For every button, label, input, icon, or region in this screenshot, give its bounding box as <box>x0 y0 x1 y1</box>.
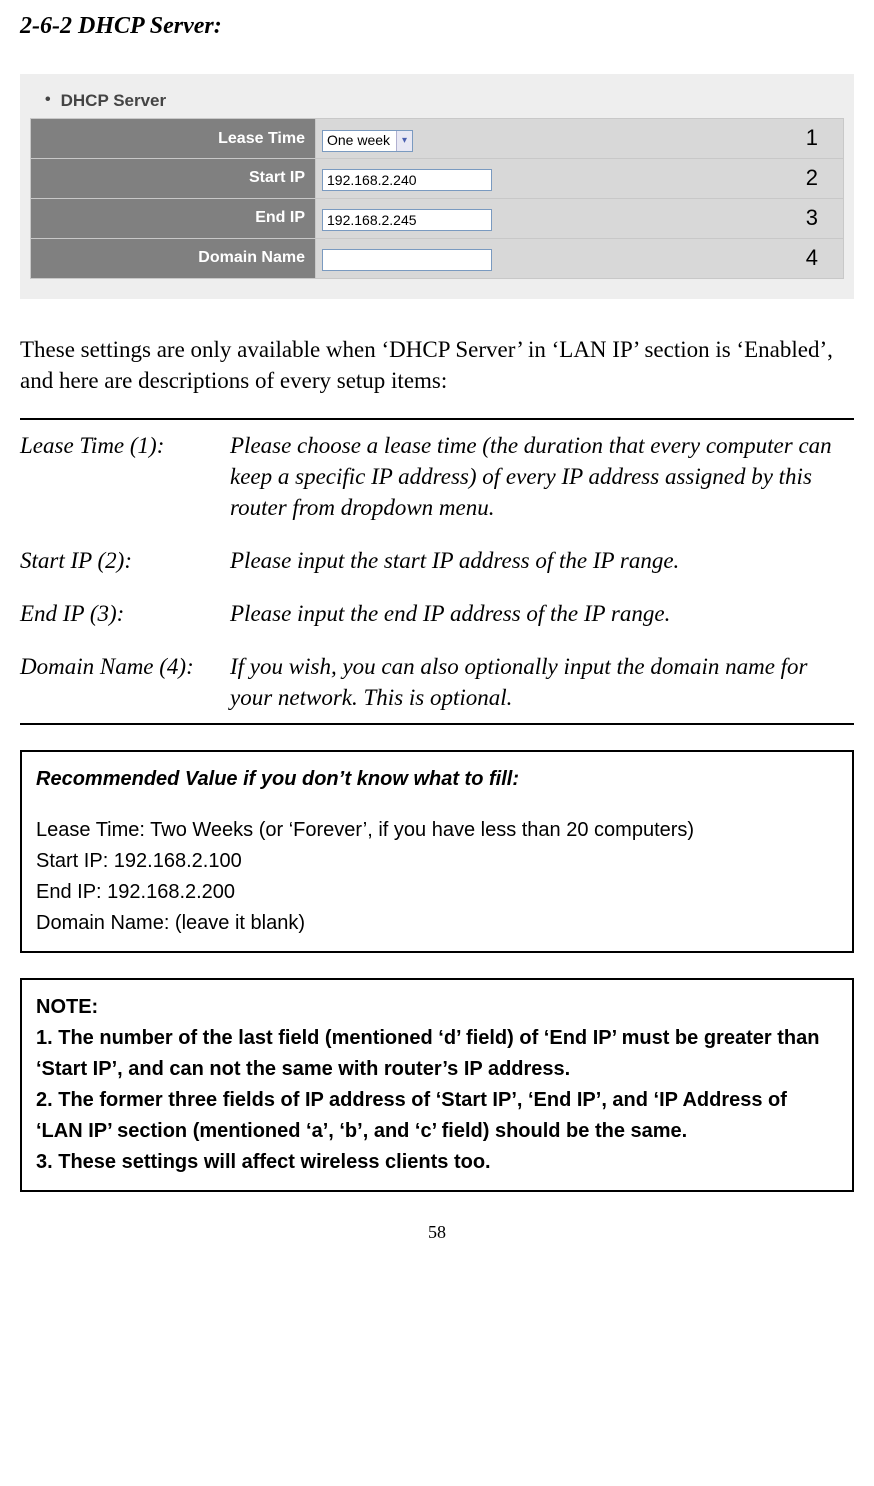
lease-time-value: One week <box>323 131 396 151</box>
note-box: NOTE: 1. The number of the last field (m… <box>20 978 854 1192</box>
label-lease-time: Lease Time <box>31 119 316 159</box>
label-domain-name: Domain Name <box>31 238 316 278</box>
recommended-title: Recommended Value if you don’t know what… <box>36 764 838 795</box>
note-title: NOTE: <box>36 992 838 1023</box>
cell-start-ip: 2 <box>316 159 844 199</box>
recommended-line: Start IP: 192.168.2.100 <box>36 846 838 877</box>
page-number: 58 <box>20 1220 854 1245</box>
row-domain-name: Domain Name 4 <box>31 238 844 278</box>
note-line: 3. These settings will affect wireless c… <box>36 1147 838 1178</box>
desc-row: End IP (3): Please input the end IP addr… <box>20 598 854 629</box>
callout-1: 1 <box>806 123 818 154</box>
start-ip-input[interactable] <box>322 169 492 191</box>
desc-row: Start IP (2): Please input the start IP … <box>20 545 854 576</box>
callout-4: 4 <box>806 243 818 274</box>
descriptions-section: Lease Time (1): Please choose a lease ti… <box>20 418 854 725</box>
intro-text: These settings are only available when ‘… <box>20 334 854 396</box>
desc-row: Domain Name (4): If you wish, you can al… <box>20 651 854 713</box>
callout-3: 3 <box>806 203 818 234</box>
note-line: 2. The former three fields of IP address… <box>36 1085 838 1147</box>
desc-label-domain-name: Domain Name (4): <box>20 651 230 713</box>
domain-name-input[interactable] <box>322 249 492 271</box>
desc-label-lease-time: Lease Time (1): <box>20 430 230 523</box>
recommended-line: End IP: 192.168.2.200 <box>36 877 838 908</box>
callout-2: 2 <box>806 163 818 194</box>
desc-text-domain-name: If you wish, you can also optionally inp… <box>230 651 854 713</box>
label-start-ip: Start IP <box>31 159 316 199</box>
cell-lease-time: One week ▾ 1 <box>316 119 844 159</box>
cell-end-ip: 3 <box>316 198 844 238</box>
panel-header: DHCP Server <box>45 89 844 113</box>
end-ip-input[interactable] <box>322 209 492 231</box>
desc-text-start-ip: Please input the start IP address of the… <box>230 545 854 576</box>
desc-label-start-ip: Start IP (2): <box>20 545 230 576</box>
row-lease-time: Lease Time One week ▾ 1 <box>31 119 844 159</box>
section-title: 2-6-2 DHCP Server: <box>20 10 854 44</box>
row-start-ip: Start IP 2 <box>31 159 844 199</box>
row-end-ip: End IP 3 <box>31 198 844 238</box>
recommended-line: Lease Time: Two Weeks (or ‘Forever’, if … <box>36 815 838 846</box>
panel-header-text: DHCP Server <box>61 89 167 113</box>
cell-domain-name: 4 <box>316 238 844 278</box>
lease-time-select[interactable]: One week ▾ <box>322 130 413 152</box>
recommended-line: Domain Name: (leave it blank) <box>36 908 838 939</box>
dhcp-config-panel: DHCP Server Lease Time One week ▾ 1 Star… <box>20 74 854 299</box>
note-line: 1. The number of the last field (mention… <box>36 1023 838 1085</box>
recommended-box: Recommended Value if you don’t know what… <box>20 750 854 953</box>
desc-text-lease-time: Please choose a lease time (the duration… <box>230 430 854 523</box>
desc-row: Lease Time (1): Please choose a lease ti… <box>20 430 854 523</box>
desc-text-end-ip: Please input the end IP address of the I… <box>230 598 854 629</box>
desc-label-end-ip: End IP (3): <box>20 598 230 629</box>
config-table: Lease Time One week ▾ 1 Start IP 2 End I… <box>30 118 844 278</box>
chevron-down-icon: ▾ <box>396 131 412 151</box>
label-end-ip: End IP <box>31 198 316 238</box>
